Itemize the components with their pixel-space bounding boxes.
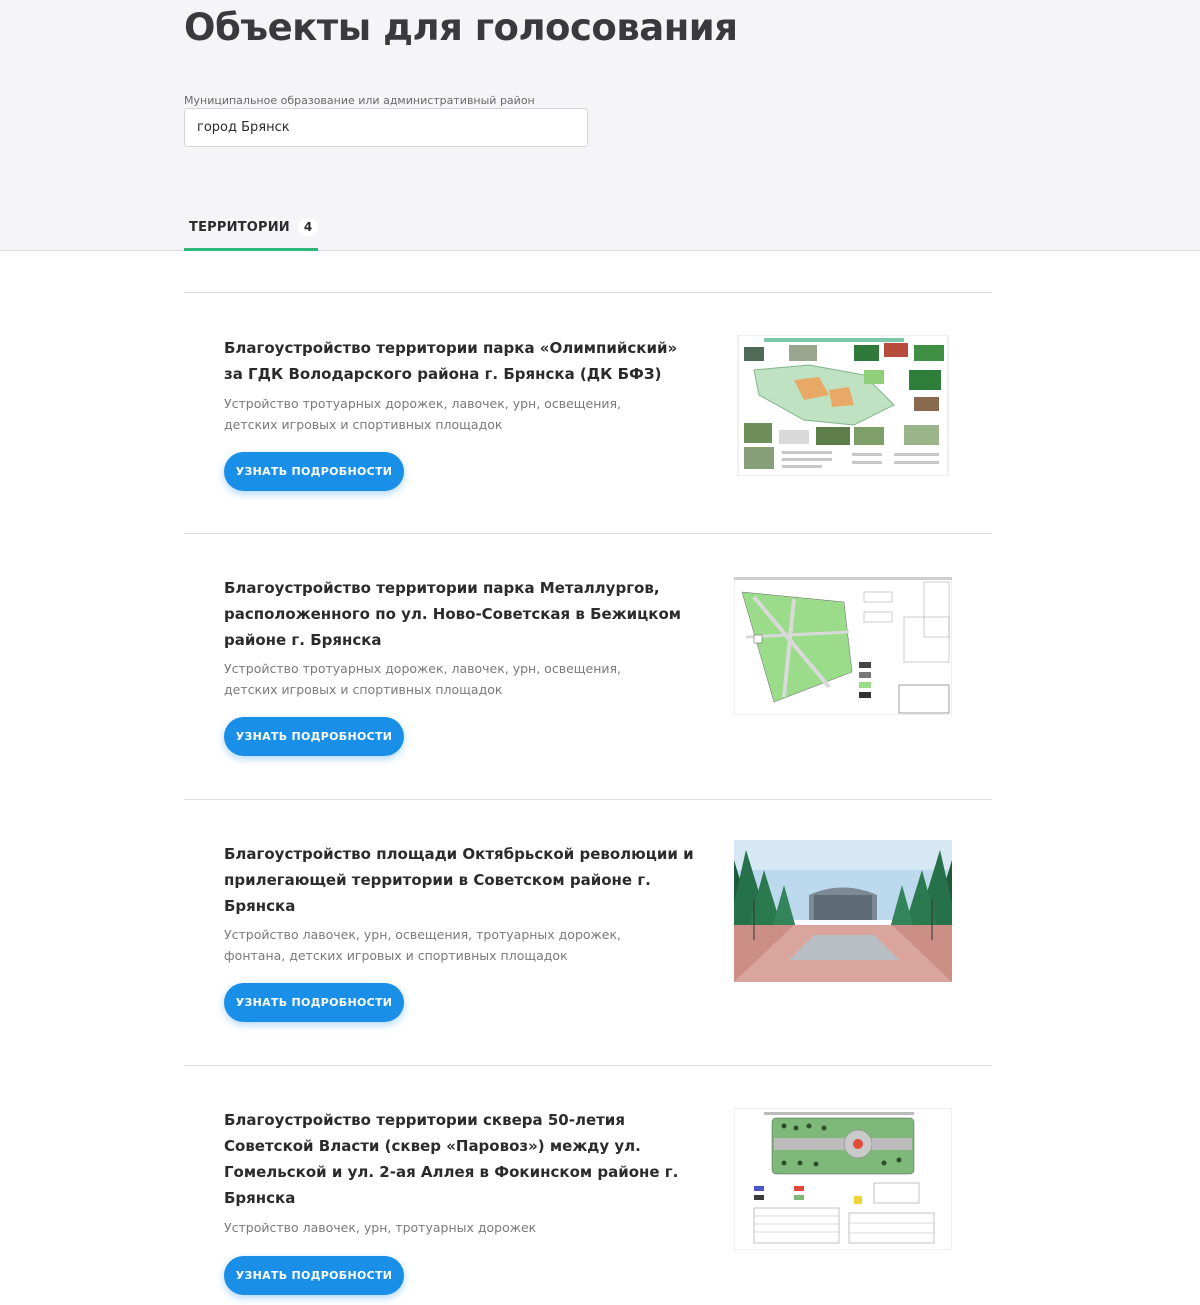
item-title[interactable]: Благоустройство территории парка «Олимпи… [224, 335, 694, 387]
tab-count-badge: 4 [297, 218, 319, 236]
item-title[interactable]: Благоустройство территории сквера 50-лет… [224, 1107, 694, 1211]
page-title: Объекты для голосования [184, 6, 738, 49]
details-button[interactable]: УЗНАТЬ ПОДРОБНОСТИ [224, 452, 404, 491]
item-description: Устройство лавочек, урн, освещения, трот… [224, 927, 622, 963]
district-select[interactable]: город Брянск [184, 108, 588, 147]
list-item: Благоустройство площади Октябрьской рево… [184, 799, 992, 1065]
tab-territories[interactable]: ТЕРРИТОРИИ 4 [184, 206, 319, 251]
item-title[interactable]: Благоустройство территории парка Металлу… [224, 575, 694, 653]
list-item: Благоустройство территории парка «Олимпи… [184, 292, 992, 533]
details-button[interactable]: УЗНАТЬ ПОДРОБНОСТИ [224, 983, 404, 1022]
district-select-label: Муниципальное образование или администра… [184, 94, 535, 107]
item-title[interactable]: Благоустройство площади Октябрьской рево… [224, 841, 694, 919]
details-button[interactable]: УЗНАТЬ ПОДРОБНОСТИ [224, 1256, 404, 1295]
item-description: Устройство тротуарных дорожек, лавочек, … [224, 661, 622, 697]
details-button[interactable]: УЗНАТЬ ПОДРОБНОСТИ [224, 717, 404, 756]
list-item: Благоустройство территории сквера 50-лет… [184, 1065, 992, 1305]
tab-label: ТЕРРИТОРИИ [189, 219, 290, 235]
item-image[interactable] [734, 577, 952, 715]
item-image[interactable] [734, 335, 952, 476]
objects-list: Благоустройство территории парка «Олимпи… [184, 292, 992, 1305]
item-image[interactable] [734, 840, 952, 982]
district-select-value: город Брянск [197, 120, 290, 135]
item-image[interactable] [734, 1108, 952, 1250]
item-description: Устройство тротуарных дорожек, лавочек, … [224, 396, 622, 432]
item-description: Устройство лавочек, урн, тротуарных доро… [224, 1220, 537, 1235]
list-item: Благоустройство территории парка Металлу… [184, 533, 992, 799]
header-area: Объекты для голосования Муниципальное об… [0, 0, 1200, 251]
